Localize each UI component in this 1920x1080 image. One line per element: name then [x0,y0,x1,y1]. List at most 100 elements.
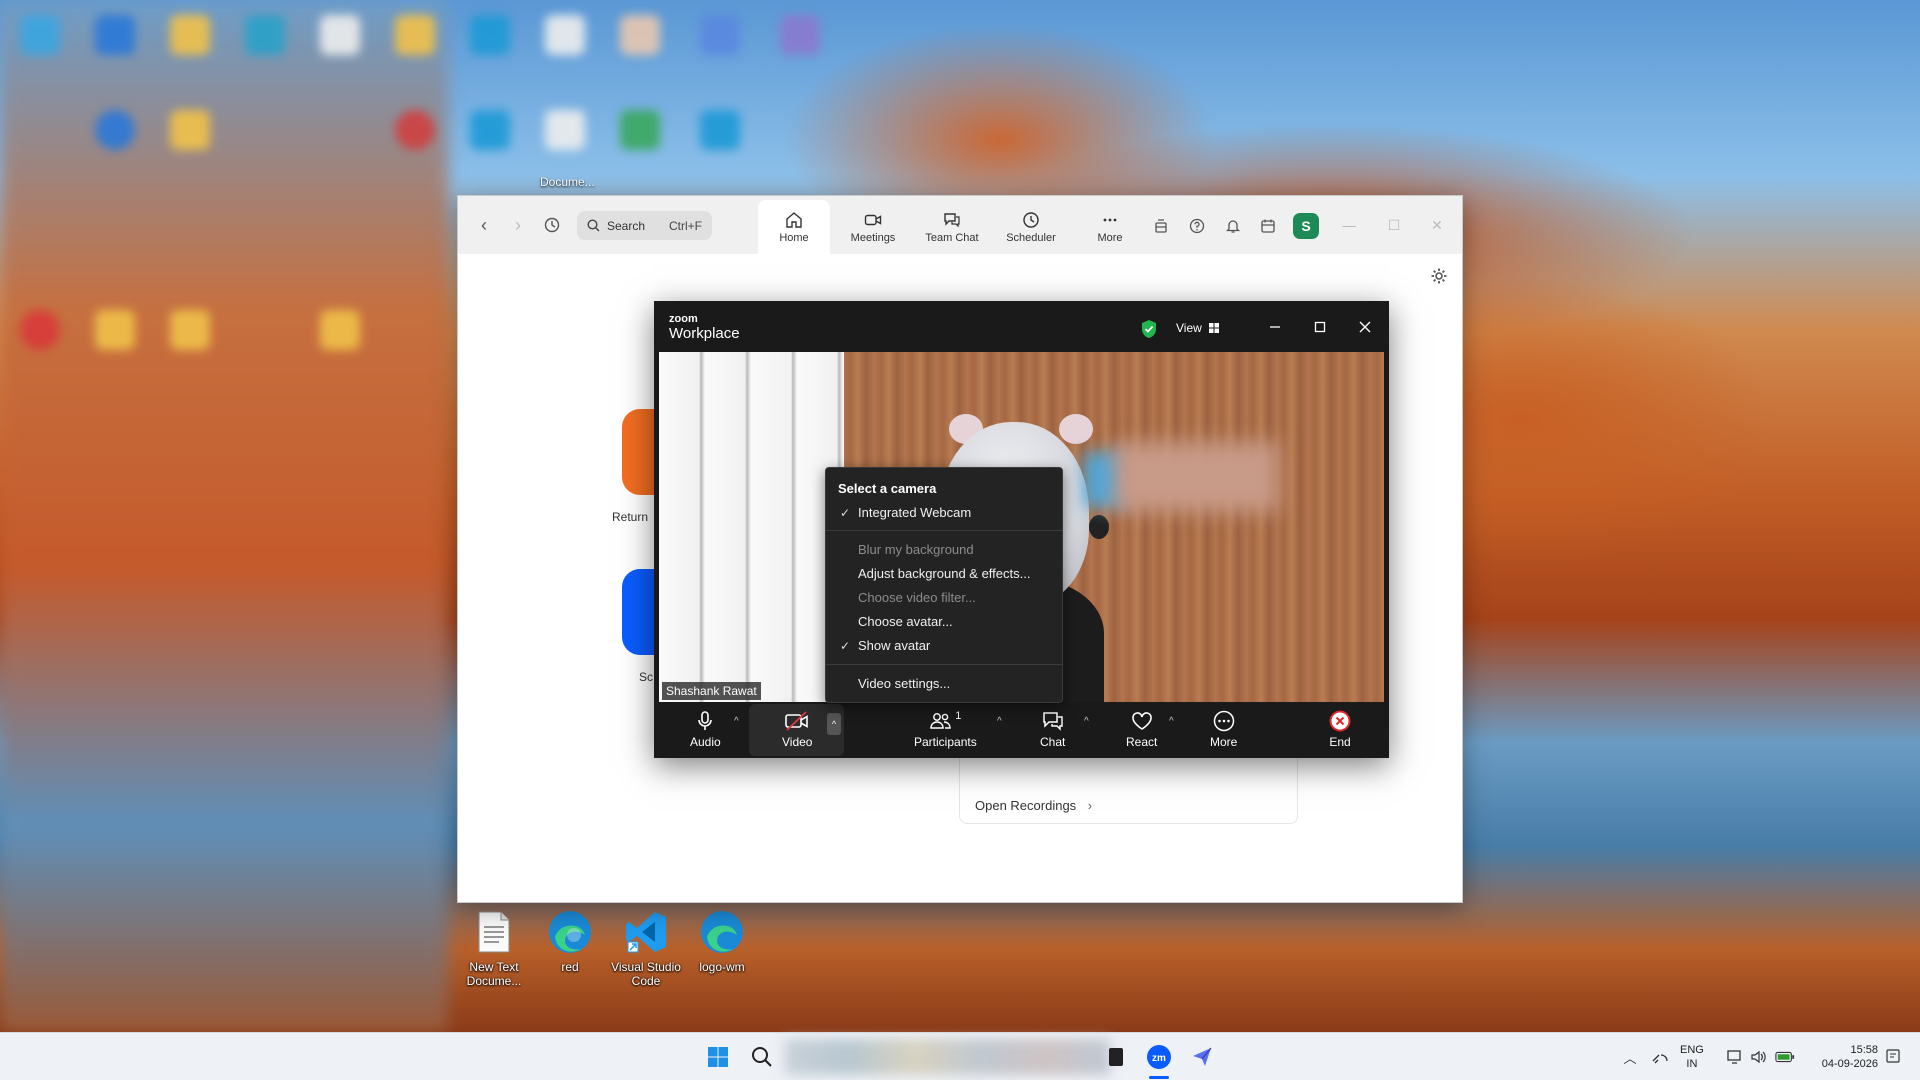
chevron-up-icon[interactable]: ︿ [1620,1047,1640,1067]
blurred-icon [470,110,510,150]
chat-button[interactable]: Chat [1040,710,1065,749]
close-icon[interactable] [1356,318,1374,336]
brand-small: zoom [669,313,698,325]
video-options-caret-icon[interactable]: ^ [827,713,841,735]
menu-heading: Select a camera [838,481,937,496]
audio-label: Audio [690,735,721,749]
help-icon[interactable] [1186,215,1208,237]
app-icon[interactable] [1100,1041,1132,1073]
desktop-icon-label-partial: Docume... [540,175,595,189]
vscode-icon [622,908,670,956]
desktop-icon-vscode[interactable]: Visual Studio Code [608,908,684,988]
audio-button[interactable]: Audio [690,710,721,749]
more-button[interactable]: More [1210,710,1237,749]
end-button[interactable]: End [1329,710,1351,749]
search-shortcut: Ctrl+F [669,218,702,233]
send-app-icon[interactable] [1186,1041,1218,1073]
menu-divider [826,530,1062,531]
participants-icon-group: 1 [929,710,961,735]
return-label: Return [612,510,649,524]
chat-icon [944,212,960,227]
windows-start-icon[interactable] [702,1041,734,1073]
brand-big: Workplace [669,325,740,342]
forward-arrow-icon[interactable]: › [504,211,532,239]
blurred-icon [545,15,585,55]
react-button[interactable]: React [1126,710,1157,749]
clock[interactable]: 15:58 04-09-2026 [1810,1043,1878,1071]
video-off-icon [785,711,809,731]
tab-scheduler[interactable]: Scheduler [995,200,1067,254]
grid-icon [1208,323,1219,333]
tab-more[interactable]: More [1074,200,1146,254]
menu-item-blur-background[interactable]: Blur my background [858,542,974,557]
history-icon[interactable] [538,211,566,239]
react-options-caret-icon[interactable]: ^ [1169,716,1174,727]
back-arrow-icon[interactable]: ‹ [470,211,498,239]
chat-options-caret-icon[interactable]: ^ [1084,716,1089,727]
blurred-icon [470,15,510,55]
menu-item-integrated-webcam[interactable]: Integrated Webcam [858,505,971,520]
blurred-icon [170,310,210,350]
blurred-icon [95,310,135,350]
blurred-region [1114,442,1279,512]
search-placeholder: Search [607,218,646,233]
video-button[interactable]: Video [782,710,812,749]
maximize-icon[interactable]: ☐ [1385,216,1403,234]
chevron-right-icon: › [1087,798,1093,813]
clock-icon [1023,211,1039,228]
region-code: IN [1686,1058,1698,1070]
menu-item-video-filter[interactable]: Choose video filter... [858,590,976,605]
participants-options-caret-icon[interactable]: ^ [997,716,1002,727]
desktop-icon-red[interactable]: red [532,908,608,974]
minimize-icon[interactable] [1266,318,1284,336]
desktop-icon-label: Visual Studio Code [611,960,681,988]
open-recordings-link[interactable]: Open Recordings › [975,798,1092,813]
menu-item-choose-avatar[interactable]: Choose avatar... [858,614,953,629]
menu-item-adjust-background[interactable]: Adjust background & effects... [858,566,1030,581]
clock-time: 15:58 [1850,1044,1878,1056]
participants-button[interactable]: 1 Participants [914,710,977,749]
menu-item-show-avatar[interactable]: Show avatar [858,638,930,653]
close-icon[interactable]: ✕ [1428,216,1446,234]
notification-icon[interactable] [1883,1047,1903,1067]
display-icon[interactable] [1725,1047,1745,1067]
check-icon: ✓ [840,639,851,653]
tab-home[interactable]: Home [758,200,830,254]
search-icon[interactable] [746,1041,778,1073]
pen-wifi-icon[interactable] [1650,1047,1670,1067]
menu-item-video-settings[interactable]: Video settings... [858,676,950,691]
video-icon [864,214,882,225]
search-input[interactable]: Search Ctrl+F [577,211,712,240]
chat-icon [1042,712,1063,731]
text-document-icon [470,908,518,956]
zoom-taskbar-icon[interactable]: zm [1143,1041,1175,1073]
battery-icon[interactable] [1775,1047,1795,1067]
bell-icon[interactable] [1222,215,1244,237]
avatar-ear [1059,414,1093,444]
maximize-icon[interactable] [1311,318,1329,336]
blurred-taskbar-apps [785,1039,1110,1075]
tab-meetings[interactable]: Meetings [837,200,909,254]
blurred-icon [700,110,740,150]
minimize-icon[interactable]: — [1340,216,1358,234]
blurred-icon [700,15,740,55]
volume-icon[interactable] [1749,1047,1769,1067]
view-button[interactable]: View [1176,321,1220,335]
audio-options-caret-icon[interactable]: ^ [734,716,739,727]
tab-team-chat[interactable]: Team Chat [916,200,988,254]
language-code: ENG [1680,1044,1704,1056]
profile-avatar[interactable]: S [1293,213,1319,239]
blurred-icon [245,15,285,55]
language-indicator[interactable]: ENG IN [1680,1043,1704,1071]
search-icon [587,219,600,232]
hub-icon[interactable] [1150,215,1172,237]
gear-icon[interactable] [1430,267,1448,290]
calendar-icon[interactable] [1257,215,1279,237]
desktop-icon-text-document[interactable]: New Text Docume... [456,908,532,988]
end-icon [1329,710,1351,732]
desktop-icon-logo-wm[interactable]: logo-wm [684,908,760,974]
blurred-icon [620,15,660,55]
blurred-icon [170,15,210,55]
edge-icon [546,908,594,956]
shield-check-icon[interactable] [1140,319,1158,344]
